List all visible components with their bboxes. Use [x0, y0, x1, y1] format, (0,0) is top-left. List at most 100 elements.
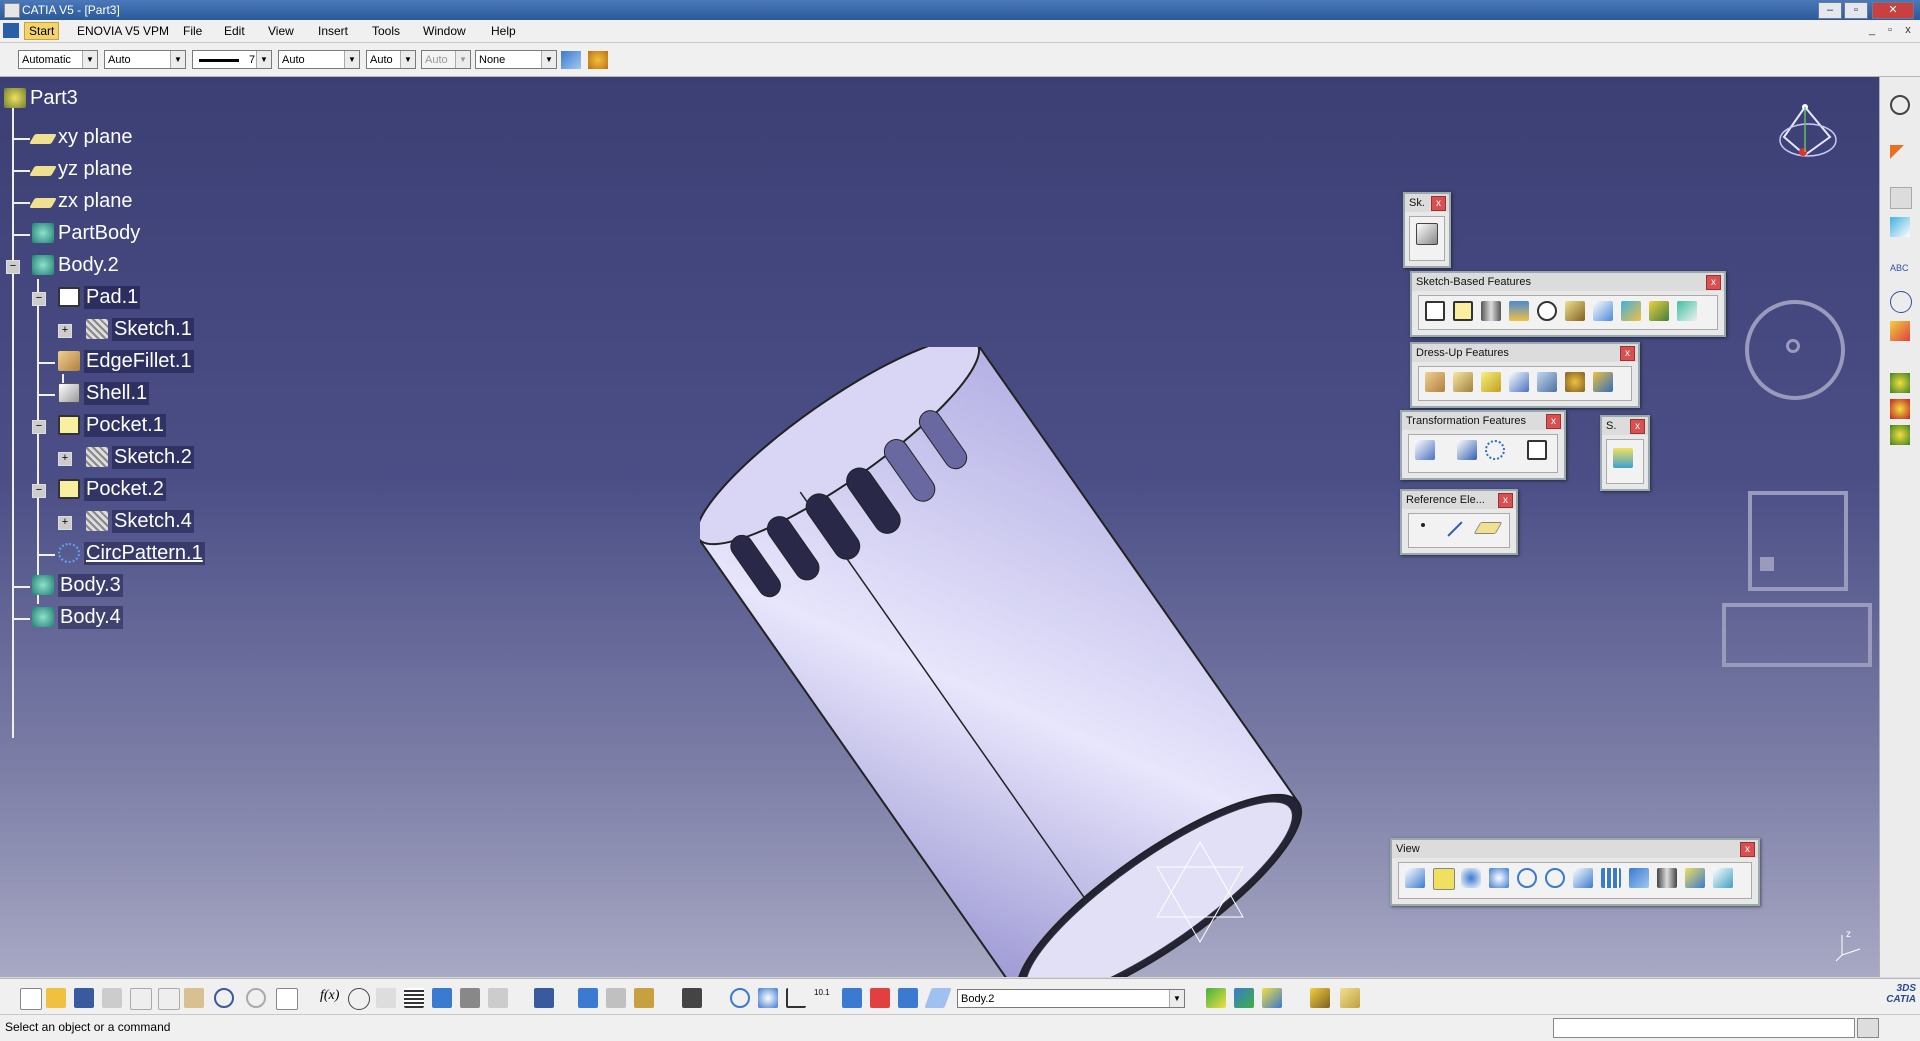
zoom-in-button[interactable] [1517, 868, 1537, 888]
design-table-icon[interactable] [376, 988, 396, 1008]
define-work-object-icon[interactable] [924, 988, 952, 1008]
tree-node-pocket2[interactable]: Pocket.2 [58, 477, 166, 501]
tree-node-sketch1[interactable]: Sketch.1 [86, 317, 194, 341]
undo-icon[interactable] [214, 988, 234, 1008]
menu-window[interactable]: Window [423, 24, 466, 38]
assembly-icon[interactable] [1262, 988, 1282, 1008]
camera-icon[interactable] [682, 988, 702, 1008]
swap-icon[interactable] [898, 988, 918, 1008]
update-icon[interactable] [1890, 217, 1910, 237]
hide-element-icon[interactable] [842, 988, 862, 1008]
tree-node-body2[interactable]: Body.2 [32, 254, 119, 276]
tree-node-body4[interactable]: Body.4 [32, 605, 123, 629]
collapse-icon[interactable]: − [32, 420, 46, 434]
circular-pattern-button[interactable] [1485, 440, 1505, 460]
shaft-button[interactable] [1481, 301, 1501, 321]
chevron-down-icon[interactable]: ▼ [1169, 990, 1184, 1007]
mass-icon[interactable] [634, 988, 654, 1008]
tree-node-partbody[interactable]: PartBody [32, 222, 140, 244]
plane-button[interactable] [1473, 522, 1503, 534]
minimize-button[interactable]: – [1818, 2, 1842, 19]
update-part-icon[interactable] [730, 988, 750, 1008]
line-type-combo[interactable]: Auto ▼ [278, 50, 360, 69]
rule-icon[interactable] [488, 988, 508, 1008]
power-input-button[interactable] [1857, 1018, 1879, 1038]
compass-icon[interactable] [1770, 95, 1840, 175]
close-icon[interactable]: x [1620, 346, 1635, 361]
unit-icon[interactable]: 10.1 [814, 988, 834, 1008]
pan-button[interactable] [1461, 868, 1481, 888]
isometric-view-button[interactable] [1629, 868, 1649, 888]
chevron-down-icon[interactable]: ▼ [82, 51, 97, 68]
catalog-icon[interactable] [432, 988, 452, 1008]
menu-edit[interactable]: Edit [224, 24, 245, 38]
paste-icon[interactable] [184, 988, 204, 1008]
menu-start[interactable]: Start [24, 22, 60, 40]
measure-item-icon[interactable] [1890, 399, 1910, 419]
doc-minimize-button[interactable]: _ [1864, 23, 1880, 37]
close-icon[interactable]: x [1740, 842, 1755, 857]
chamfer-button[interactable] [1453, 372, 1473, 392]
shell-button[interactable] [1509, 372, 1529, 392]
tree-node-xy-plane[interactable]: xy plane [29, 126, 133, 148]
publication-icon[interactable] [534, 988, 554, 1008]
menu-file[interactable]: File [183, 24, 202, 38]
split-button[interactable] [1613, 448, 1633, 468]
close-button[interactable]: ✕ [1872, 2, 1914, 19]
edge-fillet-button[interactable] [1425, 372, 1445, 392]
line-weight-combo[interactable]: 7 ▼ [192, 50, 272, 69]
tree-node-pocket1[interactable]: Pocket.1 [58, 413, 166, 437]
part-3d-model[interactable] [700, 347, 1320, 977]
menu-insert[interactable]: Insert [318, 24, 348, 38]
print-icon[interactable] [102, 988, 122, 1008]
catia-app-icon[interactable] [4, 3, 20, 18]
translation-button[interactable] [1415, 440, 1435, 460]
work-object-combo[interactable]: Body.2 ▼ [957, 989, 1185, 1008]
multi-sections-solid-button[interactable] [1649, 301, 1669, 321]
tree-node-sketch4[interactable]: Sketch.4 [86, 509, 194, 533]
text-icon[interactable] [1890, 187, 1912, 209]
measure-between-icon[interactable] [1890, 373, 1910, 393]
hole-button[interactable] [1537, 301, 1557, 321]
tree-node-part3[interactable]: Part3 [4, 87, 78, 109]
swap-visible-space-button[interactable] [1713, 868, 1733, 888]
tools-icon[interactable] [606, 988, 626, 1008]
whats-this-icon[interactable] [276, 988, 298, 1010]
sketch-button[interactable] [1416, 223, 1438, 245]
multi-view-button[interactable] [1601, 868, 1621, 888]
auto-update-icon[interactable] [758, 988, 778, 1008]
menu-view[interactable]: View [268, 24, 294, 38]
thread-button[interactable] [1565, 372, 1585, 392]
part-design-icon[interactable] [1206, 988, 1226, 1008]
insert-body-icon[interactable] [1340, 988, 1360, 1008]
abc-annotation-icon[interactable]: ABC [1890, 263, 1910, 283]
close-icon[interactable]: x [1630, 419, 1645, 434]
chevron-down-icon[interactable]: ▼ [541, 51, 556, 68]
zoom-out-button[interactable] [1545, 868, 1565, 888]
collapse-icon[interactable]: − [32, 484, 46, 498]
gear-icon[interactable] [1890, 95, 1910, 115]
tree-node-pad1[interactable]: Pad.1 [58, 285, 141, 309]
rib-button[interactable] [1565, 301, 1585, 321]
shading-button[interactable] [1657, 868, 1677, 888]
chevron-down-icon[interactable]: ▼ [170, 51, 185, 68]
tree-node-circpattern1[interactable]: CircPattern.1 [58, 541, 205, 565]
point-button[interactable] [1421, 523, 1425, 527]
tree-node-yz-plane[interactable]: yz plane [29, 158, 133, 180]
boolean-icon[interactable] [1310, 988, 1330, 1008]
expand-icon[interactable]: + [58, 516, 72, 530]
expand-icon[interactable]: + [58, 452, 72, 466]
layer-combo[interactable]: None ▼ [475, 50, 557, 69]
power-input[interactable] [1553, 1018, 1855, 1038]
save-icon[interactable] [74, 988, 94, 1008]
table-icon[interactable] [404, 988, 424, 1008]
document-icon[interactable] [3, 23, 19, 38]
flag-note-icon[interactable] [1890, 291, 1912, 313]
slot-button[interactable] [1593, 301, 1613, 321]
menu-enovia[interactable]: ENOVIA V5 VPM [77, 24, 169, 38]
maximize-button[interactable]: ▫ [1844, 2, 1868, 19]
fly-mode-button[interactable] [1405, 868, 1425, 888]
tree-node-edgefillet1[interactable]: EdgeFillet.1 [58, 349, 194, 373]
doc-close-button[interactable]: x [1900, 23, 1916, 37]
tree-node-sketch2[interactable]: Sketch.2 [86, 445, 194, 469]
